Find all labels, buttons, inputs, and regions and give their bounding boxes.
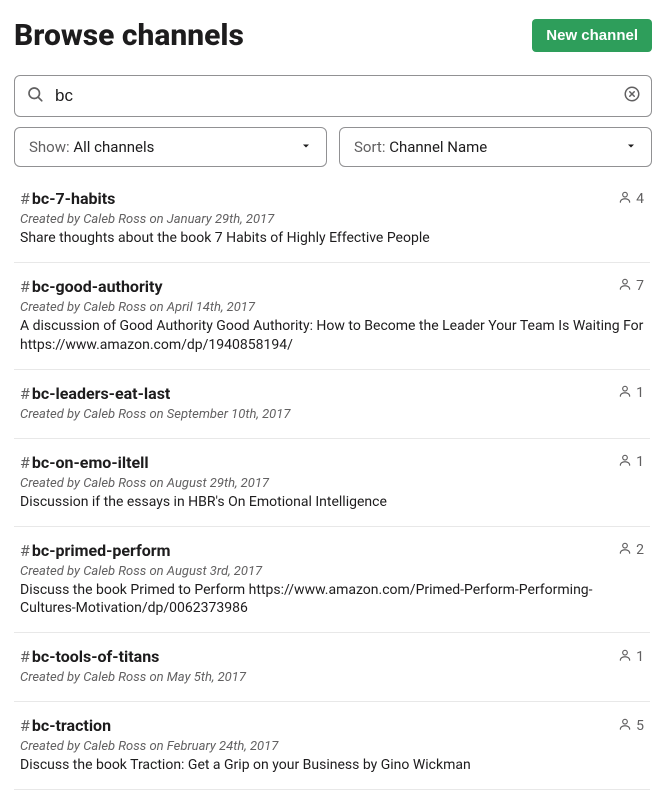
channel-description: A discussion of Good Authority Good Auth… [20, 317, 644, 355]
channel-name-text: bc-on-emo-iltell [32, 453, 149, 472]
channel-item[interactable]: #bc-traction 5 Created by Caleb Ross on Fe… [14, 702, 650, 790]
sort-filter-value: Channel Name [389, 138, 487, 156]
channel-name: #bc-7-habits [20, 189, 115, 208]
search-icon [26, 85, 44, 107]
channel-members: 5 [618, 717, 644, 735]
channel-item[interactable]: #bc-leaders-eat-last 1 Created by Caleb Ro… [14, 370, 650, 439]
person-icon [618, 717, 632, 735]
caret-down-icon [625, 138, 637, 156]
channel-name: #bc-traction [20, 716, 111, 735]
channel-meta: Created by Caleb Ross on April 14th, 201… [20, 300, 644, 315]
channel-members: 1 [618, 648, 644, 666]
channel-meta: Created by Caleb Ross on August 29th, 20… [20, 476, 644, 491]
channel-members: 1 [618, 384, 644, 402]
channel-name: #bc-on-emo-iltell [20, 453, 149, 472]
filters: Show: All channels Sort: Channel Name [14, 127, 652, 167]
channel-name-text: bc-leaders-eat-last [32, 384, 170, 403]
member-count: 7 [636, 278, 644, 294]
show-filter-select[interactable]: Show: All channels [14, 127, 327, 167]
hash-icon: # [20, 189, 30, 208]
search-wrapper [14, 75, 652, 117]
channel-description: Discuss the book Primed to Perform https… [20, 581, 644, 619]
hash-icon: # [20, 716, 30, 735]
channel-top-row: #bc-tools-of-titans 1 [20, 647, 644, 666]
channel-top-row: #bc-traction 5 [20, 716, 644, 735]
sort-filter-label: Sort: [354, 138, 385, 156]
member-count: 5 [636, 718, 644, 734]
channel-item[interactable]: #bc-on-emo-iltell 1 Created by Caleb Ross … [14, 439, 650, 527]
new-channel-button[interactable]: New channel [532, 19, 652, 52]
channel-name-text: bc-tools-of-titans [32, 647, 160, 666]
show-filter-value: All channels [73, 138, 154, 156]
channel-name-text: bc-traction [32, 716, 111, 735]
channel-meta: Created by Caleb Ross on February 24th, … [20, 739, 644, 754]
channel-members: 1 [618, 453, 644, 471]
member-count: 1 [636, 649, 644, 665]
hash-icon: # [20, 277, 30, 296]
person-icon [618, 541, 632, 559]
channel-top-row: #bc-leaders-eat-last 1 [20, 384, 644, 403]
channel-name: #bc-good-authority [20, 277, 163, 296]
channel-meta: Created by Caleb Ross on January 29th, 2… [20, 212, 644, 227]
search-input[interactable] [14, 75, 652, 117]
channel-meta: Created by Caleb Ross on May 5th, 2017 [20, 670, 644, 685]
channel-item[interactable]: #bc-good-authority 7 Created by Caleb Ross… [14, 263, 650, 370]
channel-meta: Created by Caleb Ross on September 10th,… [20, 407, 644, 422]
caret-down-icon [300, 138, 312, 156]
hash-icon: # [20, 647, 30, 666]
channel-members: 2 [618, 541, 644, 559]
channel-top-row: #bc-7-habits 4 [20, 189, 644, 208]
member-count: 2 [636, 542, 644, 558]
channel-top-row: #bc-on-emo-iltell 1 [20, 453, 644, 472]
show-filter-label: Show: [29, 138, 70, 156]
channel-name: #bc-leaders-eat-last [20, 384, 170, 403]
hash-icon: # [20, 453, 30, 472]
person-icon [618, 453, 632, 471]
channel-name-text: bc-good-authority [32, 277, 163, 296]
header: Browse channels New channel [14, 18, 652, 53]
person-icon [618, 648, 632, 666]
channel-top-row: #bc-primed-perform 2 [20, 541, 644, 560]
channel-top-row: #bc-good-authority 7 [20, 277, 644, 296]
member-count: 4 [636, 191, 644, 207]
member-count: 1 [636, 385, 644, 401]
person-icon [618, 277, 632, 295]
channel-name-text: bc-7-habits [32, 189, 116, 208]
channel-meta: Created by Caleb Ross on August 3rd, 201… [20, 564, 644, 579]
page-title: Browse channels [14, 18, 244, 53]
channel-members: 7 [618, 277, 644, 295]
channel-description: Share thoughts about the book 7 Habits o… [20, 229, 644, 248]
channel-item[interactable]: #bc-7-habits 4 Created by Caleb Ross on Ja… [14, 175, 650, 263]
member-count: 1 [636, 454, 644, 470]
channel-description: Discuss the book Traction: Get a Grip on… [20, 756, 644, 775]
person-icon [618, 384, 632, 402]
channel-name: #bc-tools-of-titans [20, 647, 159, 666]
channel-list[interactable]: #bc-7-habits4Created by Caleb Ross on Ja… [14, 175, 652, 812]
channel-item[interactable]: #bc-primed-perform 2 Created by Caleb Ross… [14, 527, 650, 634]
channel-name-text: bc-primed-perform [32, 541, 171, 560]
person-icon [618, 190, 632, 208]
sort-filter-select[interactable]: Sort: Channel Name [339, 127, 652, 167]
channel-name: #bc-primed-perform [20, 541, 171, 560]
hash-icon: # [20, 384, 30, 403]
clear-search-icon[interactable] [623, 85, 641, 107]
channel-members: 4 [618, 190, 644, 208]
channel-item[interactable]: #bc-tools-of-titans 1 Created by Caleb Ros… [14, 633, 650, 702]
hash-icon: # [20, 541, 30, 560]
channel-description: Discussion if the essays in HBR's On Emo… [20, 493, 644, 512]
